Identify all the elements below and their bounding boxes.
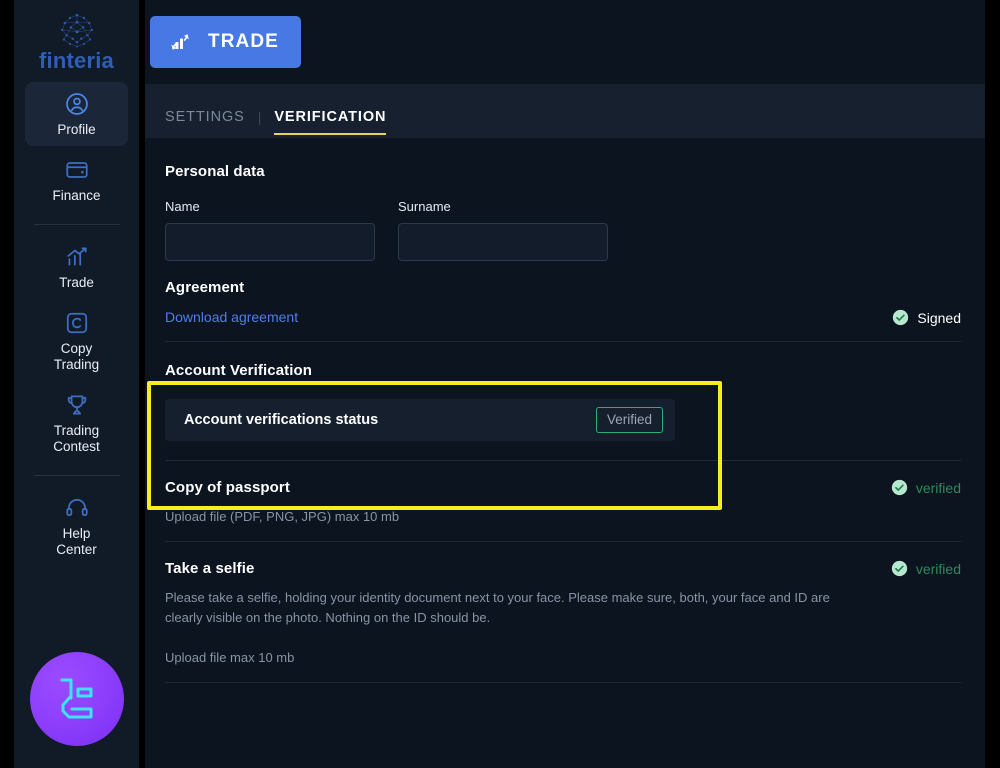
account-verification-section: Account Verification Account verificatio… [165, 346, 961, 461]
tab-divider: | [257, 109, 262, 125]
green-check-circle-icon [891, 560, 908, 577]
account-verification-status-label: Account verifications status [184, 412, 379, 428]
sidebar-footer [14, 652, 139, 768]
sidebar-item-help-center[interactable]: Help Center [25, 486, 128, 566]
app-window: finteria Profile Finance Trade Copy Trad… [0, 0, 1000, 768]
passport-section: Copy of passport verified Upload file (P… [165, 461, 961, 542]
tab-bar: SETTINGS | VERIFICATION [145, 84, 985, 138]
sidebar-item-label: Trade [59, 275, 94, 290]
agreement-title: Agreement [165, 279, 245, 296]
account-verification-title: Account Verification [165, 362, 313, 379]
copy-c-icon [66, 312, 87, 334]
green-check-circle-icon [891, 479, 908, 496]
trade-button[interactable]: TRADE [150, 16, 301, 68]
selfie-upload-hint[interactable]: Upload file max 10 mb [165, 648, 865, 668]
agreement-status-text: Signed [917, 309, 961, 326]
sidebar-divider [33, 475, 120, 476]
trophy-icon [67, 395, 86, 415]
chart-arrow-icon [66, 247, 87, 266]
personal-data-section: Personal data Name Surname [165, 138, 961, 261]
agreement-status-badge: Signed [892, 309, 961, 326]
main-content: TRADE SETTINGS | VERIFICATION Personal d… [145, 0, 985, 768]
tab-settings[interactable]: SETTINGS [165, 109, 245, 138]
sidebar-item-label: Copy Trading [53, 341, 100, 372]
sidebar-item-trading-contest[interactable]: Trading Contest [25, 383, 128, 463]
selfie-instructions: Please take a selfie, holding your ident… [165, 590, 830, 625]
passport-status-badge: verified [891, 479, 961, 496]
passport-head: Copy of passport verified [165, 479, 961, 496]
personal-data-fields: Name Surname [165, 199, 961, 261]
selfie-status-text: verified [915, 560, 961, 577]
purple-circle-l-logo[interactable] [29, 652, 124, 746]
name-input[interactable] [165, 223, 375, 261]
brand-name: finteria [39, 48, 114, 73]
sidebar-item-profile[interactable]: Profile [25, 82, 128, 146]
sidebar-item-trade[interactable]: Trade [25, 235, 128, 299]
brand[interactable]: finteria [14, 0, 139, 74]
account-verification-status-row: Account verifications status Verified [165, 399, 675, 441]
sidebar: finteria Profile Finance Trade Copy Trad… [14, 0, 139, 768]
account-verification-inner: Account Verification Account verificatio… [165, 346, 961, 460]
sidebar-item-copy-trading[interactable]: Copy Trading [25, 301, 128, 381]
verification-panel: Personal data Name Surname Agreement Dow… [145, 138, 985, 768]
agreement-head: Agreement Download agreement Signed [165, 279, 961, 327]
name-label: Name [165, 199, 200, 214]
selfie-head: Take a selfie verified [165, 560, 961, 577]
selfie-status-badge: verified [891, 560, 961, 577]
tab-verification[interactable]: VERIFICATION [274, 109, 387, 138]
trade-chart-icon [171, 34, 189, 50]
passport-status-text: verified [915, 479, 961, 496]
headset-icon [65, 499, 88, 517]
wallet-icon [65, 162, 88, 178]
selfie-section: Take a selfie verified Please take a sel… [165, 542, 961, 683]
personal-data-title: Personal data [165, 163, 265, 180]
l-mark-icon [60, 678, 92, 719]
trade-button-label: TRADE [208, 31, 279, 52]
green-check-circle-icon [893, 309, 909, 326]
sidebar-item-label: Help Center [56, 526, 97, 557]
surname-label: Surname [398, 199, 451, 214]
name-field-group: Name [165, 199, 375, 261]
selfie-title: Take a selfie [165, 560, 255, 577]
passport-upload-hint[interactable]: Upload file (PDF, PNG, JPG) max 10 mb [165, 507, 865, 527]
passport-title: Copy of passport [165, 479, 290, 496]
sidebar-divider [33, 224, 120, 225]
section-divider [165, 460, 961, 461]
verified-badge[interactable]: Verified [595, 407, 663, 433]
sidebar-item-label: Trading Contest [53, 423, 100, 454]
network-globe-icon [60, 13, 93, 48]
surname-input[interactable] [398, 223, 608, 261]
sidebar-item-label: Finance [52, 188, 101, 203]
sidebar-item-finance[interactable]: Finance [25, 148, 128, 212]
surname-field-group: Surname [398, 199, 608, 261]
user-circle-icon [65, 93, 88, 115]
sidebar-item-label: Profile [57, 122, 96, 137]
sidebar-nav: Profile Finance Trade Copy Trading Tradi… [14, 82, 139, 568]
agreement-section: Agreement Download agreement Signed [165, 261, 961, 342]
download-agreement-link[interactable]: Download agreement [165, 309, 298, 325]
topbar: TRADE [145, 0, 985, 84]
